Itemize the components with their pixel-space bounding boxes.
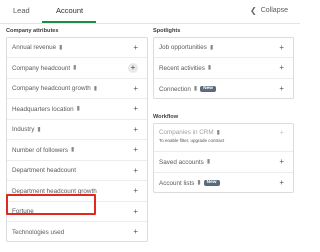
filter-label: Headquarters location	[12, 105, 74, 113]
add-filter-icon[interactable]: +	[279, 64, 284, 72]
filter-label: Company headcount growth	[12, 85, 91, 92]
add-filter-icon[interactable]: +	[133, 187, 138, 195]
pin-icon: ▮	[59, 44, 63, 51]
pin-icon: ▮	[73, 65, 77, 71]
filter-row-company-headcount-growth[interactable]: Company headcount growth ▮ +	[7, 79, 147, 99]
filter-row-industry[interactable]: Industry ▮ +	[7, 120, 147, 140]
filter-label: Saved accounts	[159, 158, 204, 166]
add-filter-icon[interactable]: +	[133, 105, 138, 113]
workflow-card: Companies in CRM ▮ + To enable filter, up…	[153, 123, 294, 193]
pin-icon: ▮	[197, 180, 201, 186]
filter-label: Technologies used	[12, 228, 65, 236]
pin-icon: ▮	[71, 147, 75, 153]
pin-icon: ▮	[76, 106, 80, 112]
filter-row-connection[interactable]: Connection ▮ New +	[154, 79, 293, 99]
pin-icon: ▮	[93, 85, 98, 92]
filter-row-company-headcount[interactable]: Company headcount ▮ +	[7, 58, 147, 79]
add-filter-icon: +	[279, 128, 284, 137]
pin-icon: ▮	[193, 86, 198, 92]
add-filter-icon[interactable]: +	[279, 85, 284, 93]
filter-label: Recent activities	[159, 64, 205, 72]
filter-row-department-headcount[interactable]: Department headcount +	[7, 161, 147, 181]
add-filter-icon[interactable]: +	[133, 207, 138, 216]
filter-label: Number of followers	[12, 146, 68, 154]
add-filter-icon[interactable]: +	[279, 43, 284, 52]
chevron-left-icon: ❮	[250, 6, 257, 15]
add-filter-icon[interactable]: +	[133, 166, 138, 175]
pin-icon: ▮	[209, 44, 214, 51]
spotlights-card: Job opportunities ▮ + Recent activities ▮ …	[153, 37, 294, 99]
new-badge: New	[203, 179, 220, 187]
filter-label: Fortune	[12, 208, 34, 215]
active-tab-indicator	[42, 21, 96, 23]
filter-row-account-lists[interactable]: Account lists ▮ New +	[154, 173, 293, 193]
filter-row-department-headcount-growth[interactable]: Department headcount growth +	[7, 181, 147, 202]
filter-label: Annual revenue	[12, 44, 57, 51]
collapse-button[interactable]: ❮ Collapse	[250, 6, 288, 15]
filter-label: Department headcount growth	[12, 187, 97, 195]
add-filter-icon[interactable]: +	[133, 146, 138, 154]
add-filter-icon[interactable]: +	[133, 84, 138, 93]
pin-icon: ▮	[216, 129, 220, 136]
company-attributes-card: Annual revenue ▮ + Company headcount ▮ + C…	[6, 37, 148, 242]
add-filter-icon[interactable]: +	[279, 179, 284, 187]
filter-label: Job opportunities	[159, 44, 207, 51]
filter-row-saved-accounts[interactable]: Saved accounts ▮ +	[154, 152, 293, 173]
filter-tabs: Lead Account ❮ Collapse	[0, 0, 300, 24]
pin-icon: ▮	[37, 126, 41, 133]
filter-row-headquarters-location[interactable]: Headquarters location ▮ +	[7, 99, 147, 120]
filter-label: Industry	[12, 126, 35, 133]
add-filter-icon[interactable]: +	[133, 125, 138, 134]
add-filter-icon[interactable]: +	[133, 43, 138, 52]
filter-label: Account lists	[159, 179, 195, 187]
workflow-heading: Workflow	[153, 114, 179, 120]
new-badge: New	[200, 85, 217, 93]
filter-label: Department headcount	[12, 167, 77, 174]
add-filter-icon[interactable]: +	[279, 158, 284, 166]
tab-lead[interactable]: Lead	[13, 6, 30, 15]
upgrade-note: To enable filter, upgrade contract	[159, 138, 225, 143]
filter-row-fortune[interactable]: Fortune +	[7, 202, 147, 222]
filter-label: Company headcount	[12, 64, 71, 72]
spotlights-heading: Spotlights	[153, 28, 181, 34]
pin-icon: ▮	[206, 159, 211, 165]
tab-account[interactable]: Account	[56, 6, 83, 15]
filter-row-recent-activities[interactable]: Recent activities ▮ +	[154, 58, 293, 79]
filter-row-annual-revenue[interactable]: Annual revenue ▮ +	[7, 38, 147, 58]
filter-row-job-opportunities[interactable]: Job opportunities ▮ +	[154, 38, 293, 58]
collapse-label: Collapse	[260, 7, 288, 14]
filter-row-number-of-followers[interactable]: Number of followers ▮ +	[7, 140, 147, 161]
company-attributes-heading: Company attributes	[6, 28, 59, 34]
filter-row-companies-in-crm: Companies in CRM ▮ + To enable filter, up…	[154, 124, 293, 152]
filter-label: Connection	[159, 85, 191, 93]
add-filter-icon[interactable]: +	[128, 63, 138, 73]
filter-row-technologies-used[interactable]: Technologies used +	[7, 222, 147, 242]
add-filter-icon[interactable]: +	[133, 228, 138, 236]
filter-label: Companies in CRM	[159, 129, 214, 136]
pin-icon: ▮	[207, 65, 212, 71]
